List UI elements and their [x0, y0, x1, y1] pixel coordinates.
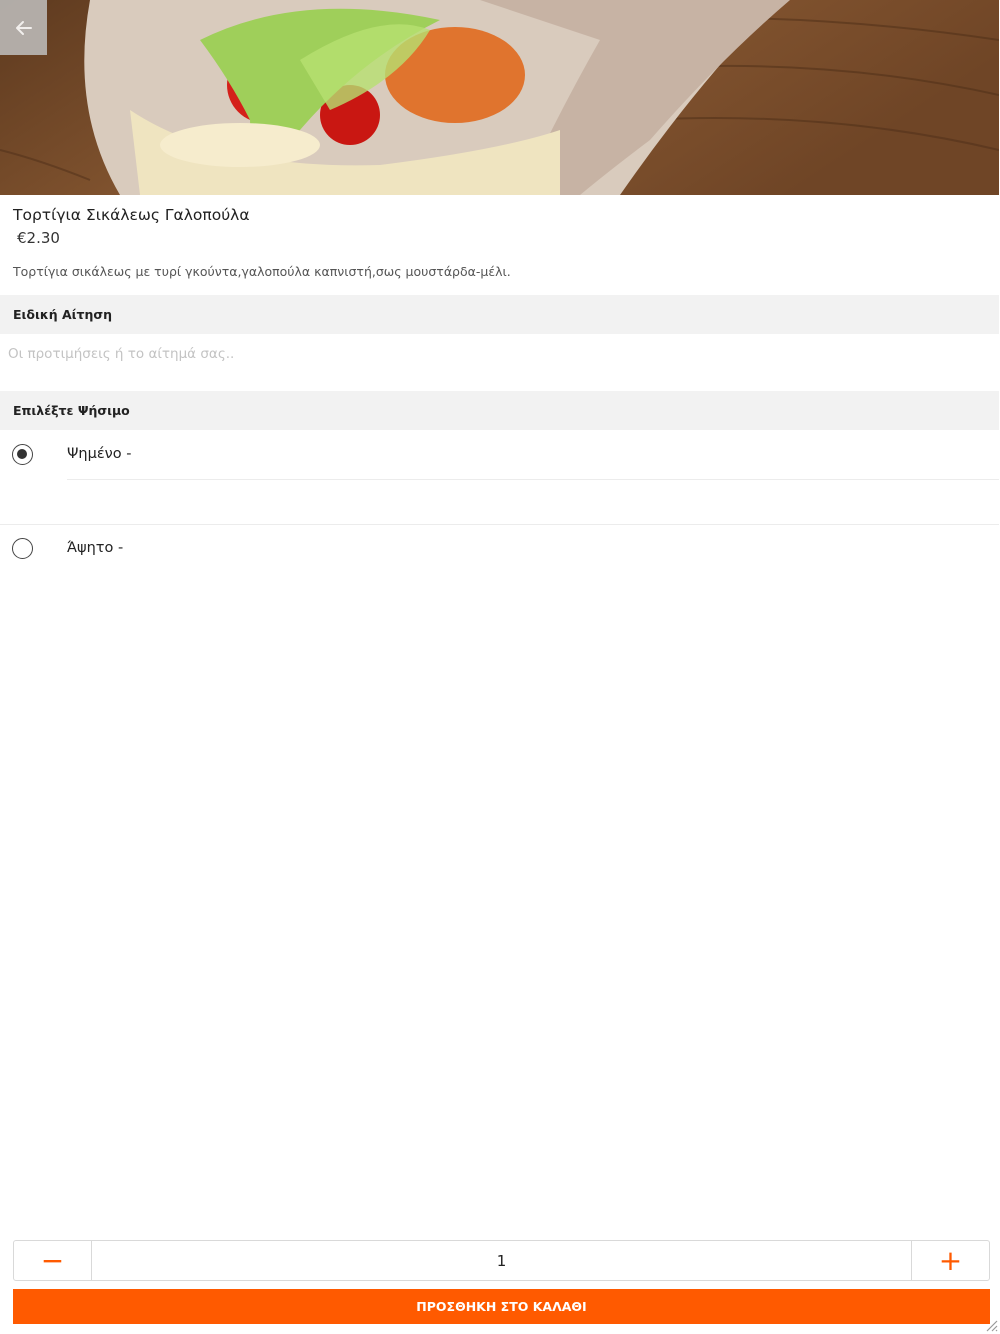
divider	[67, 479, 999, 480]
increase-quantity-button[interactable]: +	[911, 1241, 989, 1280]
quantity-stepper: − 1 +	[13, 1240, 990, 1281]
decrease-quantity-button[interactable]: −	[14, 1241, 92, 1280]
special-request-header: Ειδική Αίτηση	[0, 295, 999, 334]
product-image	[0, 0, 999, 195]
tortilla-wrap-photo	[0, 0, 999, 195]
baking-header: Επιλέξτε Ψήσιμο	[0, 391, 999, 430]
product-price: €2.30	[17, 229, 60, 247]
resize-grip-icon	[986, 1320, 998, 1332]
product-description: Τορτίγια σικάλεως με τυρί γκούντα,γαλοπο…	[13, 264, 511, 279]
baking-option-label: Ψημένο -	[67, 446, 132, 462]
baking-option-unbaked[interactable]: Άψητο -	[0, 525, 999, 571]
arrow-left-icon	[15, 20, 32, 35]
special-request-title: Ειδική Αίτηση	[13, 307, 113, 322]
baking-option-label: Άψητο -	[67, 540, 124, 556]
baking-option-baked[interactable]: Ψημένο -	[0, 431, 999, 477]
quantity-value: 1	[496, 1251, 507, 1270]
add-to-cart-button[interactable]: ΠΡΟΣΘΗΚΗ ΣΤΟ ΚΑΛΑΘΙ	[13, 1289, 990, 1324]
baking-title: Επιλέξτε Ψήσιμο	[13, 403, 130, 418]
special-request-input[interactable]	[0, 334, 999, 374]
back-button[interactable]	[0, 0, 47, 55]
radio-button-checked[interactable]	[12, 444, 33, 465]
product-name: Τορτίγια Σικάλεως Γαλοπούλα	[13, 206, 250, 224]
radio-button-unchecked[interactable]	[12, 538, 33, 559]
